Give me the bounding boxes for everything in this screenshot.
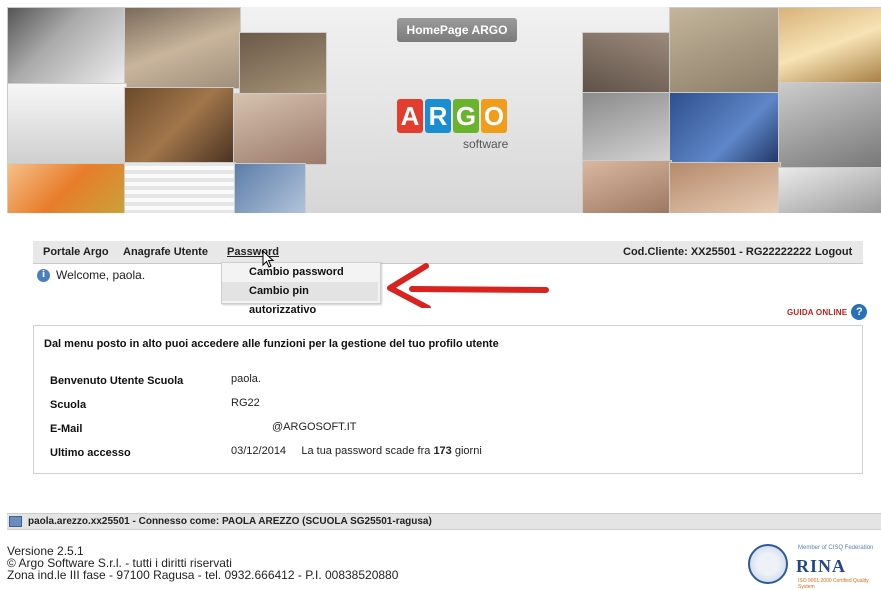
status-text: paola.arezzo.xx25501 - Connesso come: PA…: [28, 516, 432, 527]
password-expiry-prefix: La tua password scade fra: [301, 445, 431, 457]
photo-flowers: [7, 163, 127, 213]
photo-desk: [778, 7, 881, 84]
logo-letter: G: [453, 99, 479, 133]
photo-papers: [239, 32, 327, 94]
banner-title: HomePage ARGO: [397, 18, 517, 42]
header-banner: HomePage ARGO ARGO software: [7, 7, 881, 213]
mouse-cursor-icon: [262, 250, 274, 268]
photo-files: [234, 163, 306, 213]
logo-subtitle: software: [463, 137, 509, 151]
info-icon: i: [37, 268, 50, 282]
welcome-text: Welcome, paola.: [56, 268, 146, 282]
value-ultimo-accesso: 03/12/2014 La tua password scade fra 173…: [231, 445, 482, 457]
password-dropdown-menu: Cambio password Cambio pin autorizzativo: [221, 262, 381, 316]
argo-logo: ARGO software: [397, 99, 517, 155]
panel-intro-text: Dal menu posto in alto puoi accedere all…: [44, 338, 499, 350]
menu-item-cambio-password[interactable]: Cambio password: [222, 263, 378, 282]
red-arrow-annotation: [387, 263, 549, 308]
photo-keyboard: [7, 7, 127, 85]
photo-laptop: [7, 83, 127, 165]
status-bar: paola.arezzo.xx25501 - Connesso come: PA…: [7, 513, 881, 530]
rina-name: RINA: [796, 556, 847, 576]
logout-link[interactable]: Logout: [815, 241, 852, 263]
guida-online[interactable]: GUIDA ONLINE ?: [787, 304, 868, 320]
last-access-date: 03/12/2014: [231, 445, 287, 457]
help-icon[interactable]: ?: [851, 304, 868, 320]
photo-businessman: [778, 82, 881, 169]
welcome-message: i Welcome, paola.: [37, 268, 145, 282]
logo-letter: R: [425, 99, 451, 133]
label-benvenuto: Benvenuto Utente Scuola: [50, 375, 184, 387]
photo-signing: [669, 162, 781, 213]
label-ultimo-accesso: Ultimo accesso: [50, 447, 131, 459]
logo-letter: O: [481, 99, 507, 133]
menu-portale-argo[interactable]: Portale Argo: [43, 241, 109, 263]
rina-seal-icon: [748, 544, 788, 584]
photo-office: [582, 32, 672, 94]
label-email: E-Mail: [50, 423, 83, 435]
rina-certification-logo: Member of CISQ Federation RINA ISO 9001:…: [748, 544, 881, 590]
photo-meeting: [124, 7, 241, 89]
photo-meeting-2: [778, 167, 881, 213]
photo-hand: [582, 160, 672, 213]
menu-item-cambio-pin[interactable]: Cambio pin autorizzativo: [222, 282, 378, 316]
footer-address: Zona ind.le III fase - 97100 Ragusa - te…: [7, 568, 399, 582]
computer-icon: [9, 516, 22, 527]
password-expiry-days: 173: [433, 445, 452, 457]
rina-member-text: Member of CISQ Federation: [798, 545, 874, 551]
value-scuola: RG22: [231, 397, 260, 409]
photo-archive: [669, 7, 781, 94]
menu-anagrafe-utente[interactable]: Anagrafe Utente: [123, 241, 208, 263]
footer: Versione 2.5.1 © Argo Software S.r.l. - …: [7, 545, 398, 581]
photo-spreadsheet: [124, 162, 236, 213]
logo-letter: A: [397, 99, 423, 133]
password-expiry-suffix: giorni: [454, 445, 482, 457]
rina-iso-text: ISO 9001:2000 Certified Quality System: [798, 578, 869, 590]
value-benvenuto: paola.: [231, 373, 261, 385]
label-scuola: Scuola: [50, 399, 87, 411]
cod-cliente-label: Cod.Cliente: XX25501 - RG22222222: [623, 246, 812, 258]
guida-online-label[interactable]: GUIDA ONLINE: [787, 308, 847, 317]
value-email: @ARGOSOFT.IT: [272, 421, 357, 433]
photo-blue-folder: [669, 92, 781, 164]
photo-workers: [582, 92, 672, 162]
photo-student: [233, 93, 327, 165]
photo-bookshelf: [124, 87, 234, 164]
user-profile-panel: Dal menu posto in alto puoi accedere all…: [33, 325, 863, 474]
